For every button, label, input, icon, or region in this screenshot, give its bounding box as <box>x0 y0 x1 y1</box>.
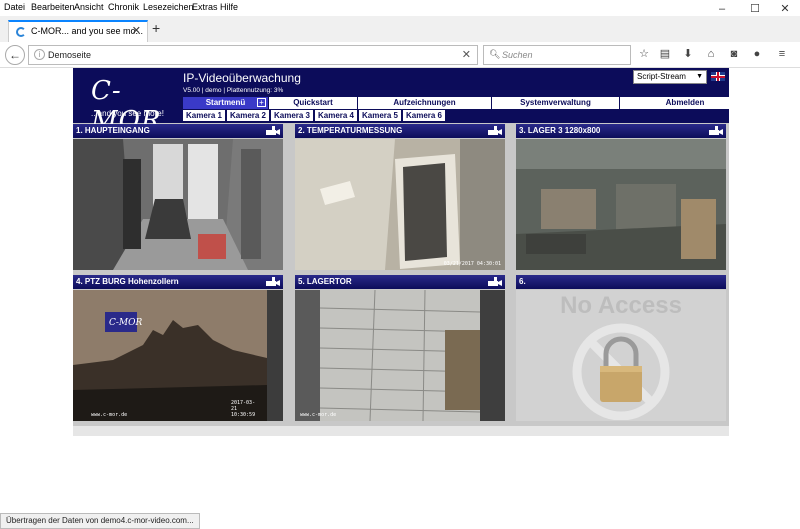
camera-title-6: 6. <box>516 275 726 289</box>
cmor-logo[interactable]: C-MOR ...and you see more! <box>85 74 185 136</box>
camera-icon[interactable] <box>266 126 280 136</box>
camera-icon[interactable] <box>266 277 280 287</box>
browser-menubar: Datei Bearbeiten Ansicht Chronik Lesezei… <box>0 0 800 16</box>
lock-icon <box>572 323 670 420</box>
camera-title-3: 3. LAGER 3 1280x800 <box>516 124 726 138</box>
star-icon[interactable]: ☆ <box>637 47 651 61</box>
camera-osd-timestamp: 2017-03-21 10:30:59 <box>231 400 256 418</box>
camera-tile-3[interactable]: 3. LAGER 3 1280x800 <box>516 124 726 271</box>
search-input[interactable]: 🔍︎ Suchen <box>483 45 631 65</box>
submenu-kamera-6[interactable]: Kamera 6 <box>403 110 445 121</box>
menu-systemverwaltung[interactable]: Systemverwaltung <box>492 97 620 109</box>
status-bar: Übertragen der Daten von demo4.c-mor-vid… <box>0 513 200 529</box>
pocket-icon[interactable]: ◙ <box>727 47 741 61</box>
submenu-kamera-5[interactable]: Kamera 5 <box>359 110 401 121</box>
browser-tab[interactable]: C-MOR... and you see mo... ✕ <box>8 20 148 42</box>
home-icon[interactable]: ⌂ <box>704 47 718 61</box>
site-header: C-MOR ...and you see more! IP-Videoüberw… <box>73 68 729 136</box>
camera-title-5: 5. LAGERTOR <box>295 275 505 289</box>
search-placeholder: Suchen <box>502 50 533 60</box>
submenu-kamera-2[interactable]: Kamera 2 <box>227 110 269 121</box>
download-icon[interactable]: ⬇ <box>681 47 695 61</box>
camera-tile-4[interactable]: 4. PTZ BURG Hohenzollern C-MOR www.c-mor… <box>73 275 283 422</box>
menu-startmenu-label: Startmenü <box>205 98 246 107</box>
tab-title: C-MOR... and you see mo... <box>31 26 144 36</box>
menu-hilfe[interactable]: Hilfe <box>220 2 238 12</box>
svg-text:C-MOR: C-MOR <box>109 318 143 328</box>
menu-abmelden[interactable]: Abmelden <box>641 97 729 109</box>
submenu-kamera-4[interactable]: Kamera 4 <box>315 110 357 121</box>
camera-icon[interactable] <box>488 277 502 287</box>
info-icon[interactable]: i <box>34 49 45 60</box>
expand-plus-icon[interactable]: + <box>257 98 266 107</box>
camera-tile-5[interactable]: 5. LAGERTOR www.c-mor.de <box>295 275 505 422</box>
chevron-down-icon: ▼ <box>696 73 703 80</box>
navigation-bar: ← i Demoseite ✕ 🔍︎ Suchen ☆ ▤ ⬇ ⌂ ◙ ● ≡ <box>0 42 800 68</box>
url-text[interactable]: Demoseite <box>48 50 91 60</box>
camera-title-4: 4. PTZ BURG Hohenzollern <box>73 275 283 289</box>
camera-osd-watermark: www.c-mor.de <box>91 412 128 418</box>
menu-aufzeichnungen[interactable]: Aufzeichnungen <box>358 97 492 109</box>
back-button[interactable]: ← <box>5 45 25 65</box>
clear-url-icon[interactable]: ✕ <box>462 48 471 61</box>
camera-title-1: 1. HAUPTEINGANG <box>73 124 283 138</box>
camera-feed-5[interactable]: www.c-mor.de <box>295 290 505 421</box>
camera-tile-1[interactable]: 1. HAUPTEINGANG <box>73 124 283 271</box>
camera-icon[interactable] <box>709 126 723 136</box>
reader-icon[interactable]: ▤ <box>658 47 672 61</box>
tab-strip: C-MOR... and you see mo... ✕ <box>0 16 800 42</box>
camera-feed-2[interactable]: 03/21/2017 04:30:01 <box>295 139 505 270</box>
camera-feed-3[interactable] <box>516 139 726 270</box>
logo-tagline: ...and you see more! <box>91 109 164 118</box>
search-icon: 🔍︎ <box>489 49 501 59</box>
camera-osd-timestamp: 03/21/2017 04:30:01 <box>443 261 501 267</box>
no-access-text: No Access <box>560 292 682 319</box>
loading-spinner-icon <box>16 27 26 37</box>
stream-select-value: Script-Stream <box>637 72 686 81</box>
camera-icon[interactable] <box>488 126 502 136</box>
page-content: C-MOR ...and you see more! IP-Videoüberw… <box>0 68 800 513</box>
site-footer <box>73 426 729 436</box>
new-tab-button[interactable]: + <box>152 20 160 36</box>
menu-datei[interactable]: Datei <box>4 2 25 12</box>
menu-bearbeiten[interactable]: Bearbeiten <box>31 2 75 12</box>
camera-tile-6[interactable]: 6. No Access <box>516 275 726 422</box>
submenu-kamera-1[interactable]: Kamera 1 <box>183 110 225 121</box>
stream-select[interactable]: Script-Stream ▼ <box>633 70 707 84</box>
uk-flag-icon[interactable] <box>711 72 725 81</box>
hamburger-menu-icon[interactable]: ≡ <box>775 47 789 61</box>
camera-tile-2[interactable]: 2. TEMPERATURMESSUNG 03/21/2017 04:30:01 <box>295 124 505 271</box>
url-bar[interactable]: i Demoseite ✕ <box>28 45 478 65</box>
menu-extras[interactable]: Extras <box>192 2 218 12</box>
menu-chronik[interactable]: Chronik <box>108 2 139 12</box>
cmor-site: C-MOR ...and you see more! IP-Videoüberw… <box>73 68 729 436</box>
camera-osd-watermark: www.c-mor.de <box>300 412 337 418</box>
camera-title-2: 2. TEMPERATURMESSUNG <box>295 124 505 138</box>
submenu-kamera-3[interactable]: Kamera 3 <box>271 110 313 121</box>
menu-quickstart[interactable]: Quickstart <box>269 97 358 109</box>
camera-feed-4[interactable]: C-MOR www.c-mor.de 2017-03-21 10:30:59 <box>73 290 283 421</box>
camera-feed-1[interactable] <box>73 139 283 270</box>
menu-lesezeichen[interactable]: Lesezeichen <box>143 2 194 12</box>
tab-close-icon[interactable]: ✕ <box>132 24 141 37</box>
menu-ansicht[interactable]: Ansicht <box>74 2 104 12</box>
page-title: IP-Videoüberwachung <box>183 71 301 85</box>
camera-feed-6[interactable]: No Access <box>516 290 726 421</box>
globe-icon[interactable]: ● <box>750 47 764 61</box>
version-info: V5.00 | demo | Plattennutzung: 3% <box>183 87 284 94</box>
